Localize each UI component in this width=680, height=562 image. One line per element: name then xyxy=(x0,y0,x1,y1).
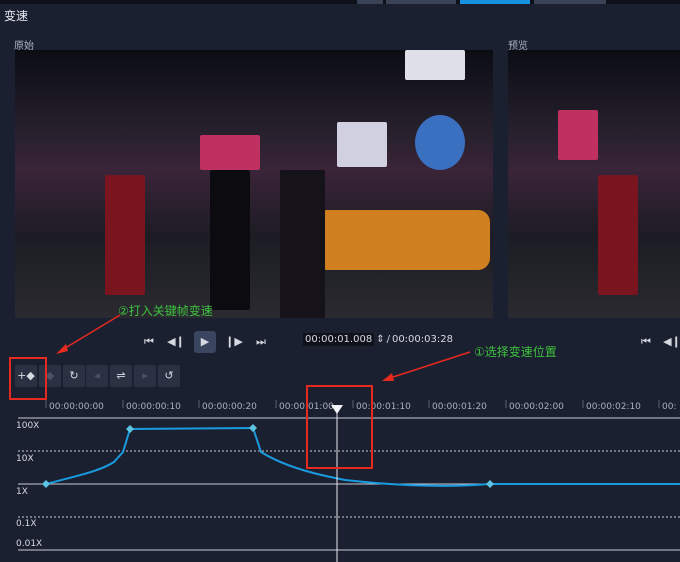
speed-label: 0.1X xyxy=(16,519,37,529)
play-button[interactable]: ▶ xyxy=(194,331,216,353)
ease-keyframe-button[interactable]: ↺ xyxy=(158,365,180,387)
flip-keyframe-button[interactable]: ⇌ xyxy=(110,365,132,387)
previous-frame-button[interactable]: ◀❙ xyxy=(166,333,186,351)
total-time: 00:00:03:28 xyxy=(391,334,453,345)
keyframe-marker xyxy=(42,480,50,488)
next-frame-button[interactable]: ❙▶ xyxy=(224,333,244,351)
speed-label: 10X xyxy=(16,454,34,464)
keyframe-marker xyxy=(486,480,494,488)
reset-keyframes-button[interactable]: ↻ xyxy=(63,365,85,387)
top-tab[interactable] xyxy=(357,0,383,4)
preview-previous-frame-button[interactable]: ◀❙ xyxy=(662,333,680,351)
time-separator: / xyxy=(386,334,390,345)
speed-label: 1X xyxy=(16,487,28,497)
speed-label: 100X xyxy=(16,421,40,431)
timecode: 00:00:01.008 ⇕ / 00:00:03:28 xyxy=(303,333,453,346)
panel-title: 变速 xyxy=(4,9,29,23)
original-video-frame xyxy=(15,50,493,318)
annotation-step2: ②打入关键帧变速 xyxy=(118,304,213,318)
annotation-step1: ①选择变速位置 xyxy=(474,345,557,359)
time-spinner-icon[interactable]: ⇕ xyxy=(376,334,384,345)
annotation-box-playhead xyxy=(306,385,373,469)
top-tab[interactable] xyxy=(386,0,456,4)
speed-label: 0.01X xyxy=(16,539,43,549)
preview-video-frame xyxy=(508,50,680,318)
current-time-input[interactable]: 00:00:01.008 xyxy=(303,333,375,346)
next-keyframe-button[interactable]: ▸ xyxy=(134,365,156,387)
keyframe-marker xyxy=(126,425,134,433)
top-tab[interactable] xyxy=(534,0,606,4)
preview-go-to-start-button[interactable]: ⏮ xyxy=(636,333,656,351)
annotation-box-add-keyframe xyxy=(9,357,47,400)
keyframe-marker xyxy=(249,424,257,432)
go-to-end-button[interactable]: ⏭ xyxy=(251,333,271,351)
previous-keyframe-button[interactable]: ◂ xyxy=(86,365,108,387)
go-to-start-button[interactable]: ⏮ xyxy=(139,333,159,351)
top-tab-active[interactable] xyxy=(460,0,530,4)
